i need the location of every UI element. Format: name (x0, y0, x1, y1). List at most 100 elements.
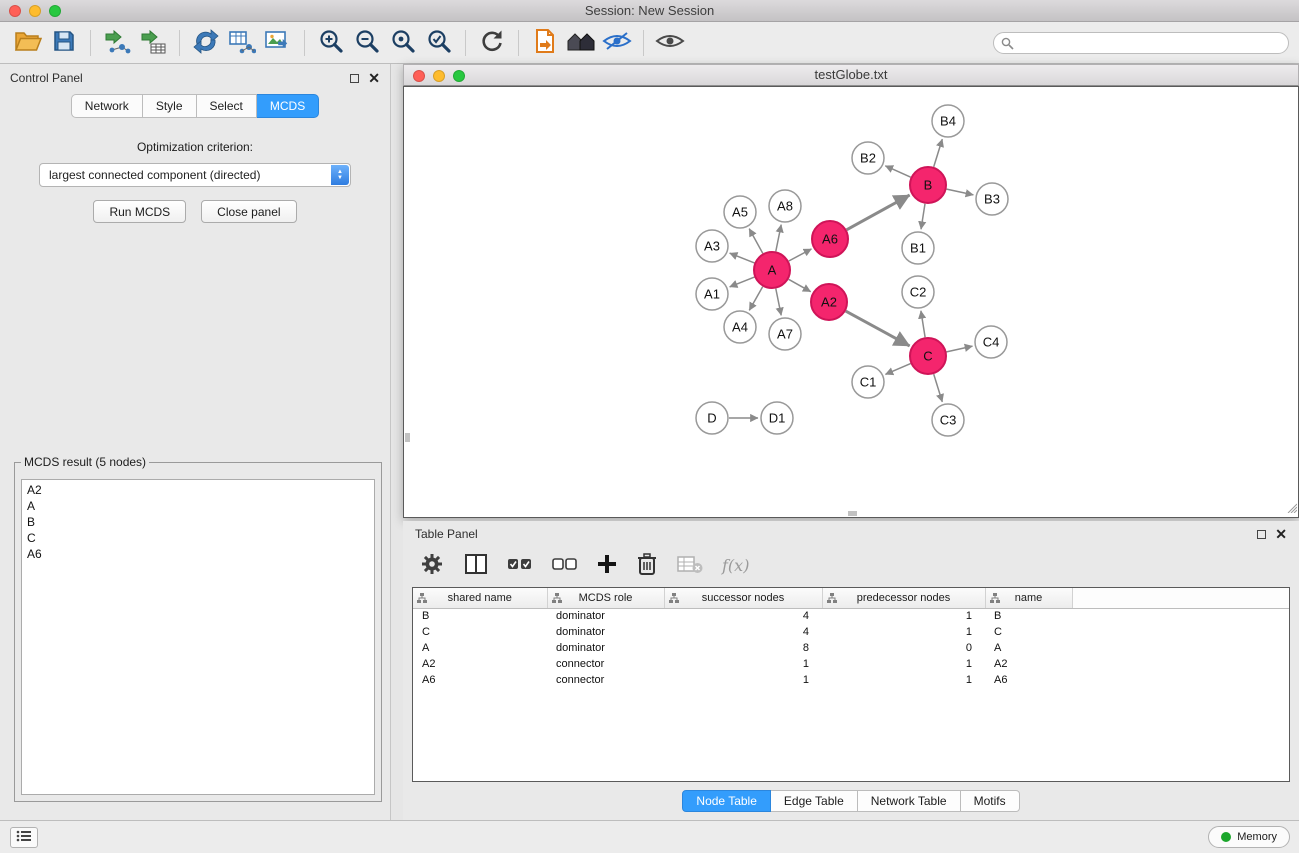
edge-A6-B[interactable] (847, 195, 910, 230)
mcds-result-item[interactable]: C (22, 530, 374, 546)
zoom-in-button[interactable] (313, 26, 349, 60)
show-columns-button[interactable] (464, 553, 488, 578)
run-mcds-button[interactable]: Run MCDS (93, 200, 186, 223)
show-details-button[interactable] (652, 26, 688, 60)
edge-A-A4[interactable] (749, 287, 762, 311)
table-cell[interactable]: 8 (664, 640, 822, 656)
memory-button[interactable]: Memory (1208, 826, 1290, 848)
edge-B-B2[interactable] (885, 166, 910, 177)
edge-A-A7[interactable] (776, 289, 781, 316)
minimize-window-button[interactable] (29, 5, 41, 17)
minimize-network-window-button[interactable] (433, 70, 445, 82)
tab-node-table[interactable]: Node Table (682, 790, 771, 812)
mcds-result-item[interactable]: B (22, 514, 374, 530)
edge-A-A1[interactable] (730, 277, 755, 287)
table-cell[interactable]: B (413, 608, 547, 624)
zoom-fit-button[interactable] (385, 26, 421, 60)
column-header-shared-name[interactable]: shared name (413, 588, 547, 608)
close-window-button[interactable] (9, 5, 21, 17)
table-row[interactable]: A6connector11A6 (413, 672, 1289, 688)
network-overview-button[interactable] (563, 26, 599, 60)
table-cell[interactable]: A6 (985, 672, 1072, 688)
edge-A2-C[interactable] (846, 311, 910, 346)
edge-A-A3[interactable] (730, 253, 755, 263)
zoom-selected-button[interactable] (421, 26, 457, 60)
column-header-successor-nodes[interactable]: successor nodes (664, 588, 822, 608)
add-column-button[interactable] (597, 554, 617, 577)
zoom-window-button[interactable] (49, 5, 61, 17)
open-document-button[interactable] (527, 26, 563, 60)
edge-C-C1[interactable] (885, 364, 910, 375)
tab-network-table[interactable]: Network Table (858, 790, 961, 812)
table-cell[interactable]: 0 (822, 640, 985, 656)
network-canvas[interactable]: B4B2BB3A5A8A6B1A3AC2A1A2A4A7C4CC1DD1C3 (403, 86, 1299, 518)
edge-C-C2[interactable] (921, 311, 925, 337)
edge-B-B1[interactable] (921, 204, 925, 229)
float-panel-icon[interactable] (350, 74, 359, 83)
deselect-all-columns-button[interactable] (552, 557, 578, 574)
table-row[interactable]: Adominator80A (413, 640, 1289, 656)
table-cell[interactable]: dominator (547, 624, 664, 640)
table-cell[interactable]: A2 (413, 656, 547, 672)
float-table-panel-icon[interactable] (1257, 530, 1266, 539)
table-cell[interactable]: A2 (985, 656, 1072, 672)
table-cell[interactable]: 1 (822, 672, 985, 688)
close-table-panel-icon[interactable]: ✕ (1275, 529, 1287, 539)
edge-A-A6[interactable] (789, 249, 812, 261)
table-cell[interactable]: 4 (664, 624, 822, 640)
network-window-titlebar[interactable]: testGlobe.txt (403, 64, 1299, 86)
tab-select[interactable]: Select (197, 94, 257, 118)
table-cell[interactable]: C (985, 624, 1072, 640)
vertical-splitter[interactable] (391, 64, 403, 820)
new-network-table-button[interactable] (224, 26, 260, 60)
search-input[interactable] (993, 32, 1289, 54)
edge-A-A8[interactable] (776, 225, 781, 252)
hide-details-button[interactable] (599, 26, 635, 60)
mcds-result-list[interactable]: A2ABCA6 (21, 479, 375, 795)
table-settings-button[interactable] (419, 551, 445, 580)
table-row[interactable]: Cdominator41C (413, 624, 1289, 640)
table-cell[interactable]: dominator (547, 608, 664, 624)
delete-table-button[interactable] (677, 554, 703, 577)
table-cell[interactable]: 1 (822, 608, 985, 624)
tab-style[interactable]: Style (143, 94, 197, 118)
save-session-button[interactable] (46, 26, 82, 60)
close-panel-icon[interactable]: ✕ (368, 73, 380, 83)
column-header-name[interactable]: name (985, 588, 1072, 608)
table-cell[interactable]: 1 (664, 656, 822, 672)
table-row[interactable]: A2connector11A2 (413, 656, 1289, 672)
edge-B-B3[interactable] (947, 189, 974, 195)
mcds-result-item[interactable]: A6 (22, 546, 374, 562)
mcds-result-item[interactable]: A2 (22, 482, 374, 498)
column-header-predecessor-nodes[interactable]: predecessor nodes (822, 588, 985, 608)
table-cell[interactable]: B (985, 608, 1072, 624)
tab-mcds[interactable]: MCDS (257, 94, 319, 118)
table-cell[interactable]: A6 (413, 672, 547, 688)
import-table-file-button[interactable] (135, 26, 171, 60)
table-cell[interactable]: dominator (547, 640, 664, 656)
horizontal-scrollbar-thumb[interactable] (848, 511, 857, 516)
network-tools-button[interactable] (188, 26, 224, 60)
vertical-scrollbar-thumb[interactable] (405, 433, 410, 442)
export-image-button[interactable] (260, 26, 296, 60)
table-cell[interactable]: 1 (822, 624, 985, 640)
optimization-criterion-dropdown[interactable]: largest connected component (directed) ▲… (39, 163, 351, 187)
close-panel-button[interactable]: Close panel (201, 200, 296, 223)
open-file-button[interactable] (10, 26, 46, 60)
resize-grip[interactable] (1285, 501, 1297, 516)
edge-A-A2[interactable] (789, 279, 811, 291)
table-cell[interactable]: 1 (664, 672, 822, 688)
function-builder-button[interactable]: f(x) (722, 556, 749, 575)
tab-network[interactable]: Network (71, 94, 143, 118)
zoom-network-window-button[interactable] (453, 70, 465, 82)
table-cell[interactable]: connector (547, 656, 664, 672)
column-header-mcds-role[interactable]: MCDS role (547, 588, 664, 608)
edge-A-A5[interactable] (749, 229, 763, 254)
main-titlebar[interactable]: Session: New Session (0, 0, 1299, 22)
select-all-columns-button[interactable] (507, 557, 533, 574)
import-network-file-button[interactable] (99, 26, 135, 60)
table-cell[interactable]: 4 (664, 608, 822, 624)
edge-C-C4[interactable] (947, 346, 973, 352)
mcds-result-item[interactable]: A (22, 498, 374, 514)
task-history-button[interactable] (10, 827, 38, 848)
